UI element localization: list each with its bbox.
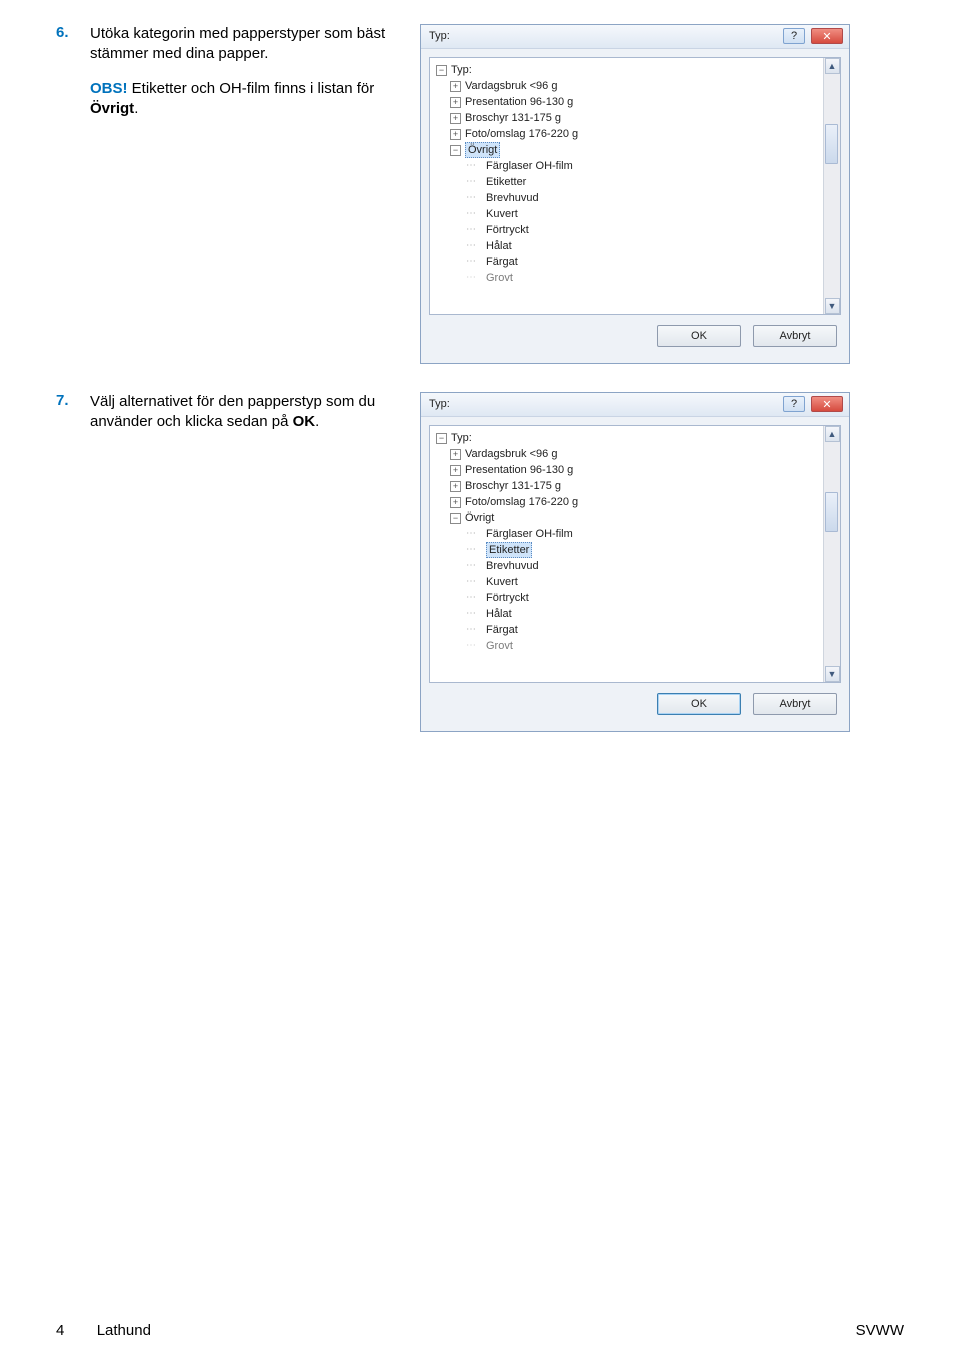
tree-item[interactable]: +Broschyr 131-175 g: [436, 110, 821, 126]
expand-icon[interactable]: +: [450, 97, 461, 108]
expand-icon[interactable]: +: [450, 465, 461, 476]
footer-right: SVWW: [856, 1322, 904, 1339]
tree-leaf[interactable]: ⋯Grovt: [436, 638, 821, 654]
help-icon: ?: [791, 30, 797, 42]
step-number: 7.: [56, 392, 90, 409]
step-number: 6.: [56, 24, 90, 41]
help-icon: ?: [791, 398, 797, 410]
step-text: Välj alternativet för den papperstyp som…: [90, 392, 420, 433]
collapse-icon[interactable]: −: [450, 145, 461, 156]
tree-leaf[interactable]: ⋯Etiketter: [436, 174, 821, 190]
cancel-button[interactable]: Avbryt: [753, 693, 837, 715]
scrollbar[interactable]: ▲ ▼: [823, 58, 840, 314]
tree-item[interactable]: +Presentation 96-130 g: [436, 462, 821, 478]
scroll-up-button[interactable]: ▲: [825, 426, 840, 442]
expand-icon[interactable]: +: [450, 449, 461, 460]
dialog-title: Typ:: [429, 30, 450, 42]
scroll-down-button[interactable]: ▼: [825, 298, 840, 314]
step-7: 7. Välj alternativet för den papperstyp …: [56, 392, 904, 732]
step-6-dialog-image: Typ: ? ✕ −Typ: +Vardagsbruk <96 g +Prese…: [420, 24, 850, 364]
tree-item[interactable]: +Vardagsbruk <96 g: [436, 446, 821, 462]
tree-leaf[interactable]: ⋯Grovt: [436, 270, 821, 286]
section-title: Lathund: [97, 1322, 151, 1339]
tree-leaf[interactable]: ⋯Förtryckt: [436, 590, 821, 606]
collapse-icon[interactable]: −: [436, 433, 447, 444]
collapse-icon[interactable]: −: [436, 65, 447, 76]
chevron-up-icon: ▲: [828, 61, 837, 71]
tree-item[interactable]: +Vardagsbruk <96 g: [436, 78, 821, 94]
close-icon: ✕: [822, 398, 831, 411]
scroll-thumb[interactable]: [825, 492, 838, 532]
page-number: 4: [56, 1322, 64, 1339]
step-6-line: Utöka kategorin med papperstyper som bäs…: [90, 24, 402, 65]
tree-leaf[interactable]: ⋯Färgat: [436, 622, 821, 638]
type-tree[interactable]: −Typ: +Vardagsbruk <96 g +Presentation 9…: [429, 57, 841, 315]
chevron-down-icon: ▼: [828, 301, 837, 311]
tree-leaf[interactable]: ⋯Färgat: [436, 254, 821, 270]
tree-item[interactable]: +Broschyr 131-175 g: [436, 478, 821, 494]
page-footer: 4 Lathund SVWW: [0, 1322, 960, 1339]
tree-item[interactable]: +Foto/omslag 176-220 g: [436, 126, 821, 142]
tree-leaf[interactable]: ⋯Kuvert: [436, 574, 821, 590]
scroll-thumb[interactable]: [825, 124, 838, 164]
help-button[interactable]: ?: [783, 396, 805, 412]
dialog-title: Typ:: [429, 398, 450, 410]
dialog-titlebar: Typ: ? ✕: [421, 393, 849, 417]
chevron-down-icon: ▼: [828, 669, 837, 679]
expand-icon[interactable]: +: [450, 497, 461, 508]
tree-leaf[interactable]: ⋯Förtryckt: [436, 222, 821, 238]
expand-icon[interactable]: +: [450, 113, 461, 124]
expand-icon[interactable]: +: [450, 481, 461, 492]
step-6: 6. Utöka kategorin med papperstyper som …: [56, 24, 904, 364]
tree-leaf[interactable]: ⋯Brevhuvud: [436, 558, 821, 574]
collapse-icon[interactable]: −: [450, 513, 461, 524]
step-6-note: OBS! Etiketter och OH-film finns i lista…: [90, 79, 402, 120]
scroll-up-button[interactable]: ▲: [825, 58, 840, 74]
scroll-down-button[interactable]: ▼: [825, 666, 840, 682]
tree-item-selected[interactable]: −Övrigt: [436, 142, 821, 158]
tree-leaf[interactable]: ⋯Hålat: [436, 238, 821, 254]
tree-leaf[interactable]: ⋯Färglaser OH-film: [436, 158, 821, 174]
tree-leaf-selected[interactable]: ⋯Etiketter: [436, 542, 821, 558]
help-button[interactable]: ?: [783, 28, 805, 44]
tree-leaf[interactable]: ⋯Färglaser OH-film: [436, 526, 821, 542]
tree-item[interactable]: +Foto/omslag 176-220 g: [436, 494, 821, 510]
step-7-dialog-image: Typ: ? ✕ −Typ: +Vardagsbruk <96 g +Prese…: [420, 392, 850, 732]
expand-icon[interactable]: +: [450, 81, 461, 92]
tree-leaf[interactable]: ⋯Kuvert: [436, 206, 821, 222]
ok-button[interactable]: OK: [657, 325, 741, 347]
close-icon: ✕: [822, 30, 831, 43]
tree-item[interactable]: −Övrigt: [436, 510, 821, 526]
type-dialog: Typ: ? ✕ −Typ: +Vardagsbruk <96 g +Prese…: [420, 392, 850, 732]
dialog-titlebar: Typ: ? ✕: [421, 25, 849, 49]
chevron-up-icon: ▲: [828, 429, 837, 439]
close-button[interactable]: ✕: [811, 28, 843, 44]
tree-item[interactable]: +Presentation 96-130 g: [436, 94, 821, 110]
cancel-button[interactable]: Avbryt: [753, 325, 837, 347]
step-text: Utöka kategorin med papperstyper som bäs…: [90, 24, 420, 119]
obs-label: OBS!: [90, 80, 128, 97]
tree-root[interactable]: −Typ:: [436, 430, 821, 446]
type-tree[interactable]: −Typ: +Vardagsbruk <96 g +Presentation 9…: [429, 425, 841, 683]
tree-leaf[interactable]: ⋯Hålat: [436, 606, 821, 622]
expand-icon[interactable]: +: [450, 129, 461, 140]
tree-root[interactable]: −Typ:: [436, 62, 821, 78]
ok-button[interactable]: OK: [657, 693, 741, 715]
close-button[interactable]: ✕: [811, 396, 843, 412]
scrollbar[interactable]: ▲ ▼: [823, 426, 840, 682]
tree-leaf[interactable]: ⋯Brevhuvud: [436, 190, 821, 206]
type-dialog: Typ: ? ✕ −Typ: +Vardagsbruk <96 g +Prese…: [420, 24, 850, 364]
